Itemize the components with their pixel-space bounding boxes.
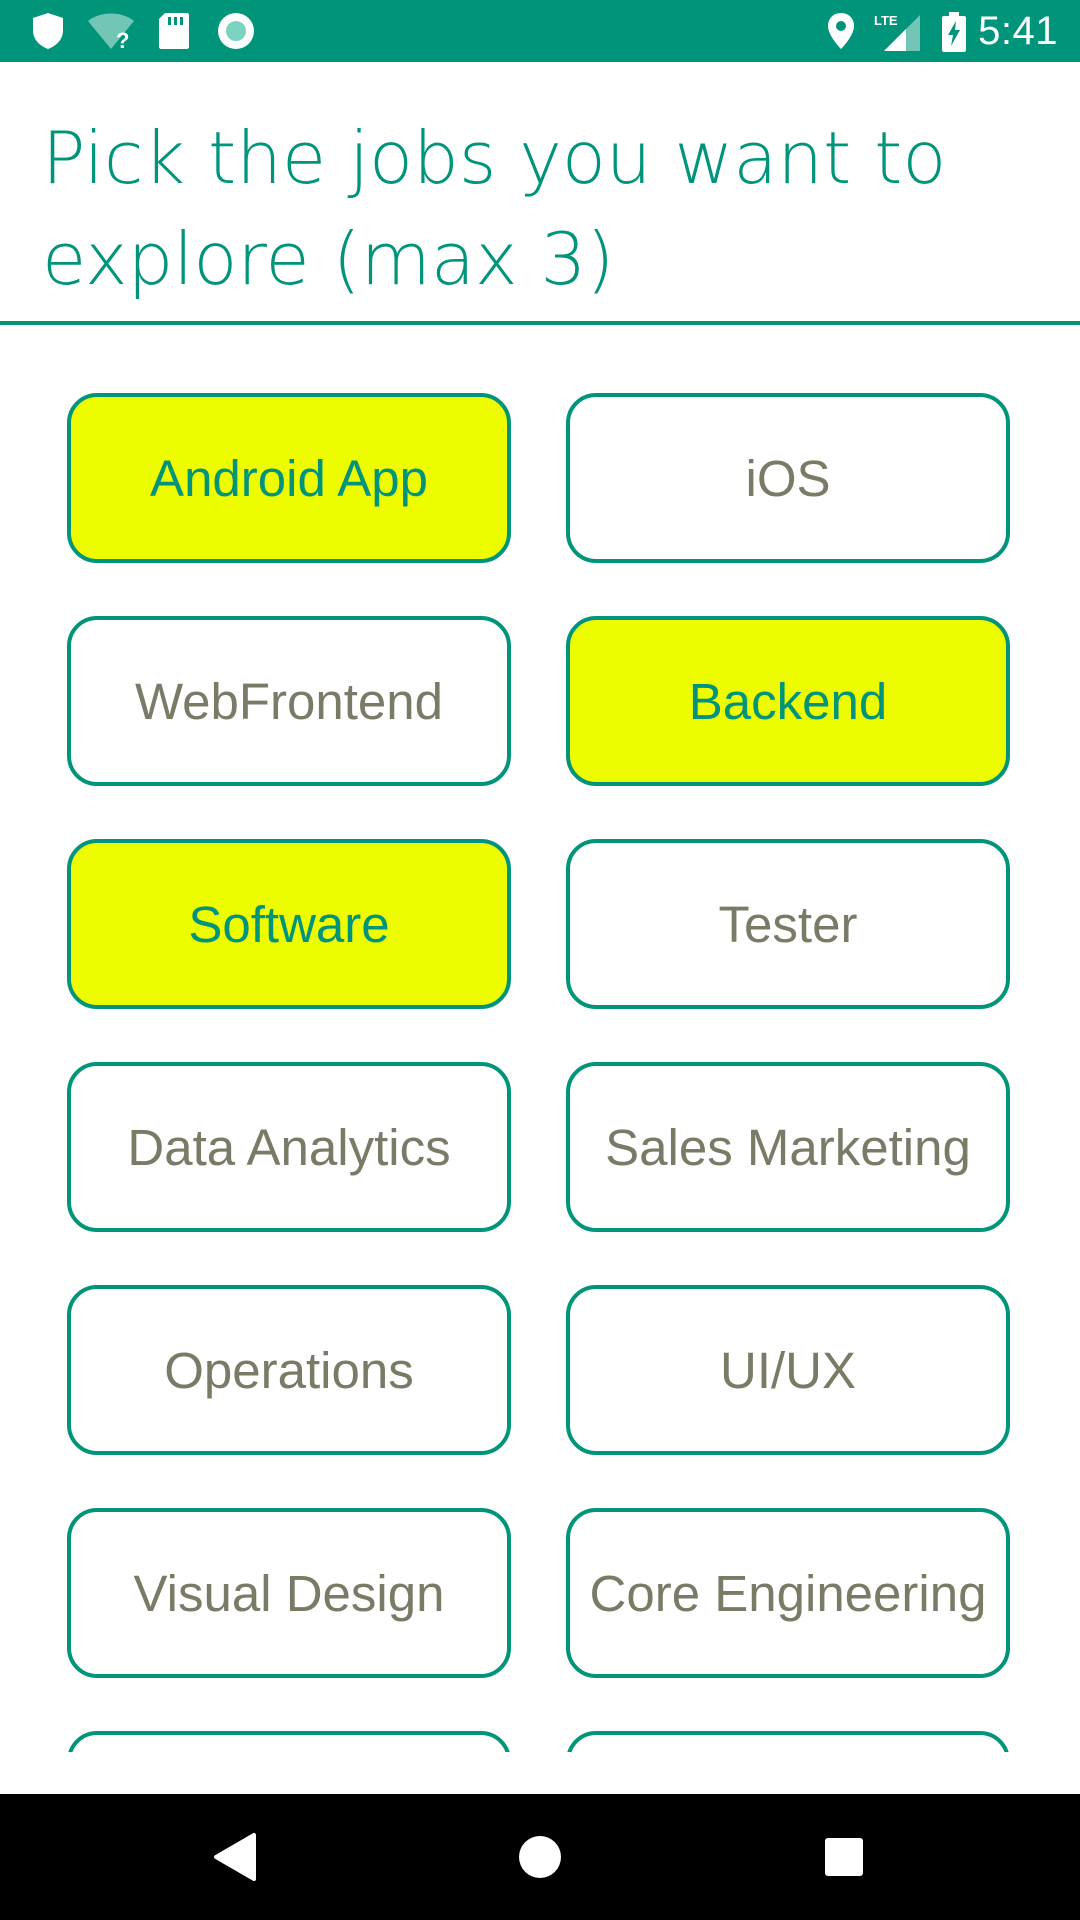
job-chip-operations[interactable]: Operations	[67, 1285, 511, 1455]
job-chip-label: Operations	[164, 1341, 414, 1399]
job-chip-label: Tester	[718, 895, 858, 953]
job-chip-core-engineering[interactable]: Core Engineering	[566, 1508, 1010, 1678]
job-chip-label: Data Analytics	[127, 1118, 451, 1176]
job-chip-label: Sales Marketing	[605, 1118, 971, 1176]
job-chip-label: Software	[188, 895, 390, 953]
wifi-unknown-icon: ?	[86, 11, 136, 55]
job-chip-label: Core Engineering	[589, 1564, 987, 1622]
sd-card-icon	[157, 11, 191, 55]
home-icon	[519, 1836, 561, 1878]
job-chip-tester[interactable]: Tester	[566, 839, 1010, 1009]
page-title: Pick the jobs you want to explore (max 3…	[42, 116, 947, 301]
recents-icon	[825, 1838, 863, 1876]
status-time: 5:41	[978, 9, 1058, 53]
recents-button[interactable]	[809, 1822, 879, 1892]
job-chip-data-analytics[interactable]: Data Analytics	[67, 1062, 511, 1232]
job-chip-android-app[interactable]: Android App	[67, 393, 511, 563]
job-chip-ui-ux[interactable]: UI/UX	[566, 1285, 1010, 1455]
job-chip-label: Android App	[150, 449, 428, 507]
job-chip-ios[interactable]: iOS	[566, 393, 1010, 563]
svg-text:LTE: LTE	[874, 13, 898, 28]
job-chip-partial[interactable]	[566, 1731, 1010, 1752]
back-icon	[214, 1833, 256, 1881]
home-button[interactable]	[505, 1822, 575, 1892]
job-chip-software[interactable]: Software	[67, 839, 511, 1009]
job-chip-label: WebFrontend	[134, 672, 444, 730]
status-bar: ? LTE 5:41	[0, 0, 1080, 62]
shield-icon	[30, 11, 66, 55]
back-button[interactable]	[200, 1822, 270, 1892]
job-chip-sales-marketing[interactable]: Sales Marketing	[566, 1062, 1010, 1232]
battery-charging-icon	[940, 11, 968, 57]
navigation-bar	[0, 1794, 1080, 1920]
job-chip-backend[interactable]: Backend	[566, 616, 1010, 786]
svg-text:?: ?	[116, 28, 129, 51]
job-chip-label: iOS	[745, 449, 831, 507]
job-chip-label: Backend	[688, 672, 888, 730]
job-chip-visual-design[interactable]: Visual Design	[67, 1508, 511, 1678]
record-icon	[216, 11, 256, 55]
job-chip-label: Visual Design	[133, 1564, 445, 1622]
lte-signal-icon: LTE	[872, 11, 922, 57]
job-chip-partial[interactable]	[67, 1731, 511, 1752]
job-grid[interactable]: Android App iOS WebFrontend Backend Soft…	[0, 325, 1080, 1752]
job-chip-label: UI/UX	[719, 1341, 857, 1399]
location-pin-icon	[826, 11, 856, 55]
job-chip-webfrontend[interactable]: WebFrontend	[67, 616, 511, 786]
